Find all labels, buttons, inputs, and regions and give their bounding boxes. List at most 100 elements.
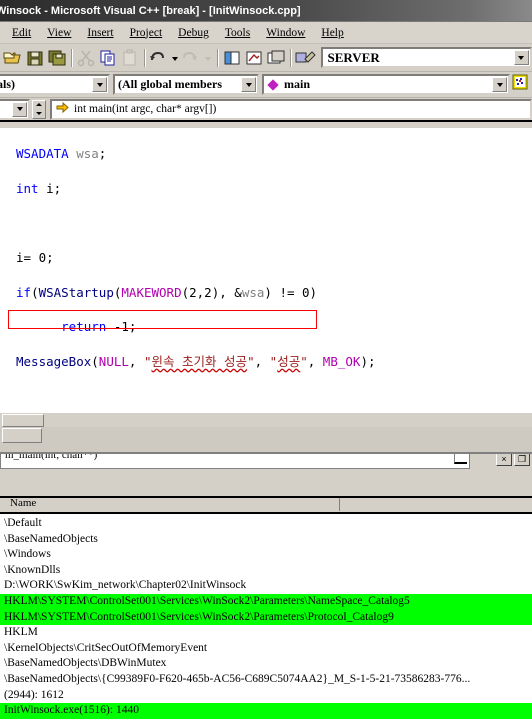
list-item[interactable]: \BaseNamedObjects\DBWinMutex (0, 656, 532, 672)
redo-dropdown-icon (202, 47, 214, 69)
wizardbar-toolbar: als) (All global members main (0, 72, 532, 98)
save-all-icon[interactable] (46, 47, 68, 69)
standard-toolbar: SERVER (0, 44, 532, 72)
list-item[interactable]: \BaseNamedObjects\{C99389F0-F620-465b-AC… (0, 672, 532, 688)
column-header-name[interactable]: Name (0, 498, 340, 511)
code-line: MessageBox(NULL, "윈속 초기화 성공", "성공", MB_O… (16, 353, 376, 369)
code-editor[interactable]: WSADATA wsa; int i; i= 0; if(WSAStartup(… (0, 122, 532, 427)
code-line: int i; (16, 180, 62, 196)
save-icon[interactable] (24, 47, 46, 69)
code-line: if(WSAStartup(MAKEWORD(2,2), &wsa) != 0) (16, 284, 318, 300)
handles-window-titlebar: m_main(int, chan**) × ❐ (0, 454, 532, 471)
workspace-icon[interactable] (221, 47, 243, 69)
menu-window[interactable]: Window (258, 25, 313, 41)
context-toolbar: int main(int argc, char* argv[]) (0, 98, 532, 122)
window-list-icon[interactable] (265, 47, 287, 69)
toolbar-separator-1 (68, 48, 75, 68)
menu-edit-label: Edit (12, 26, 32, 39)
handles-list-rows: \Default \BaseNamedObjects \Windows \Kno… (0, 514, 532, 721)
menu-help[interactable]: Help (313, 25, 351, 41)
list-item[interactable]: \BaseNamedObjects (0, 532, 532, 548)
minimize-icon[interactable] (454, 454, 467, 464)
output-window-icon[interactable] (243, 47, 265, 69)
menu-view[interactable]: View (39, 25, 79, 41)
cut-icon (75, 47, 97, 69)
class-combo-chevron-down-icon[interactable] (92, 77, 107, 92)
menu-tools-label: Tools (224, 26, 251, 39)
member-diamond-icon (267, 78, 279, 91)
menu-edit[interactable]: Edit (4, 25, 39, 41)
list-item[interactable]: D:\WORK\SwKim_network\Chapter02\InitWins… (0, 578, 532, 594)
list-item[interactable]: \KnownDlls (0, 563, 532, 579)
members-combo[interactable]: (All global members (113, 74, 259, 95)
list-item[interactable]: (2944): 1612 (0, 688, 532, 704)
list-item[interactable]: \KernelObjects\CritSecOutOfMemoryEvent (0, 641, 532, 657)
restore-button[interactable]: ❐ (514, 454, 530, 466)
redo-icon (181, 47, 202, 69)
window-title: Winsock - Microsoft Visual C++ [break] -… (0, 4, 301, 17)
wizardbar-actions-icon[interactable] (512, 74, 528, 96)
handles-list[interactable]: Name \Default \BaseNamedObjects \Windows… (0, 496, 532, 721)
menu-insert-label: Insert (87, 26, 114, 39)
menu-project-label: Project (129, 26, 163, 39)
handles-window-title-text: m_main(int, chan**) (5, 454, 98, 461)
handles-window-toolbar-area (0, 471, 532, 496)
menu-project[interactable]: Project (122, 25, 171, 41)
menu-view-label: View (47, 26, 72, 39)
context-scope-combo[interactable] (0, 98, 30, 120)
members-combo-chevron-down-icon[interactable] (241, 77, 256, 92)
list-item[interactable]: \Windows (0, 547, 532, 563)
class-combo[interactable]: als) (0, 74, 110, 95)
menu-debug-label: Debug (178, 26, 209, 39)
current-function-signature-bar: int main(int argc, char* argv[]) (50, 98, 532, 120)
function-combo-chevron-down-icon[interactable] (492, 77, 507, 92)
app-root: Winsock - Microsoft Visual C++ [break] -… (0, 0, 532, 721)
menu-tools[interactable]: Tools (217, 25, 258, 41)
spinner-updown-icon[interactable] (32, 99, 46, 119)
close-button[interactable]: × (496, 454, 512, 466)
list-item-highlighted[interactable]: HKLM\SYSTEM\ControlSet001\Services\WinSo… (0, 593, 532, 610)
list-item[interactable]: HKLM (0, 625, 532, 641)
toolbar-separator-4 (287, 48, 294, 68)
paste-icon (119, 47, 141, 69)
context-chevron-down-icon[interactable] (12, 101, 27, 117)
window-titlebar: Winsock - Microsoft Visual C++ [break] -… (0, 0, 532, 22)
open-folder-icon[interactable] (2, 47, 24, 69)
code-line: i= 0; (16, 250, 54, 266)
menu-help-label: Help (321, 26, 344, 39)
list-item[interactable]: \Default (0, 516, 532, 532)
function-combo-value: main (284, 77, 311, 91)
partial-button[interactable] (2, 428, 42, 443)
list-item-highlighted[interactable]: HKLM\SYSTEM\ControlSet001\Services\WinSo… (0, 609, 532, 626)
copy-icon[interactable] (97, 47, 119, 69)
handles-window-title-field[interactable]: m_main(int, chan**) (0, 454, 470, 469)
desktop-background (0, 427, 532, 452)
window-controls: × ❐ (496, 454, 530, 466)
chevron-down-icon[interactable] (513, 50, 529, 65)
menubar: Edit View Insert Project Debug Tools Win… (0, 22, 532, 44)
editor-horizontal-scrollbar[interactable] (0, 412, 532, 427)
build-icon[interactable] (293, 47, 317, 69)
toolbar-separator-3 (214, 48, 221, 68)
menu-debug[interactable]: Debug (170, 25, 217, 41)
members-combo-value: (All global members (118, 77, 222, 91)
scrollbar-thumb[interactable] (2, 414, 44, 427)
code-line: WSADATA wsa; (16, 146, 107, 162)
undo-dropdown-icon[interactable] (169, 47, 181, 69)
code-text: WSADATA wsa; int i; i= 0; if(WSAStartup(… (0, 128, 532, 427)
toolbar-separator-2 (141, 48, 148, 68)
current-function-signature: int main(int argc, char* argv[]) (74, 103, 217, 115)
active-configuration-combo[interactable]: SERVER (321, 47, 532, 68)
class-combo-value: als) (0, 77, 15, 91)
list-item-highlighted[interactable]: InitWinsock.exe(1516): 1440 (0, 703, 532, 719)
code-line: return -1; (16, 319, 137, 335)
menu-window-label: Window (266, 26, 306, 39)
undo-icon[interactable] (148, 47, 169, 69)
yellow-right-arrow-icon (56, 101, 69, 116)
menu-insert[interactable]: Insert (79, 25, 121, 41)
function-combo[interactable]: main (262, 74, 510, 95)
handles-window: m_main(int, chan**) × ❐ Name \Default \B… (0, 452, 532, 721)
handles-list-header: Name (0, 498, 532, 514)
